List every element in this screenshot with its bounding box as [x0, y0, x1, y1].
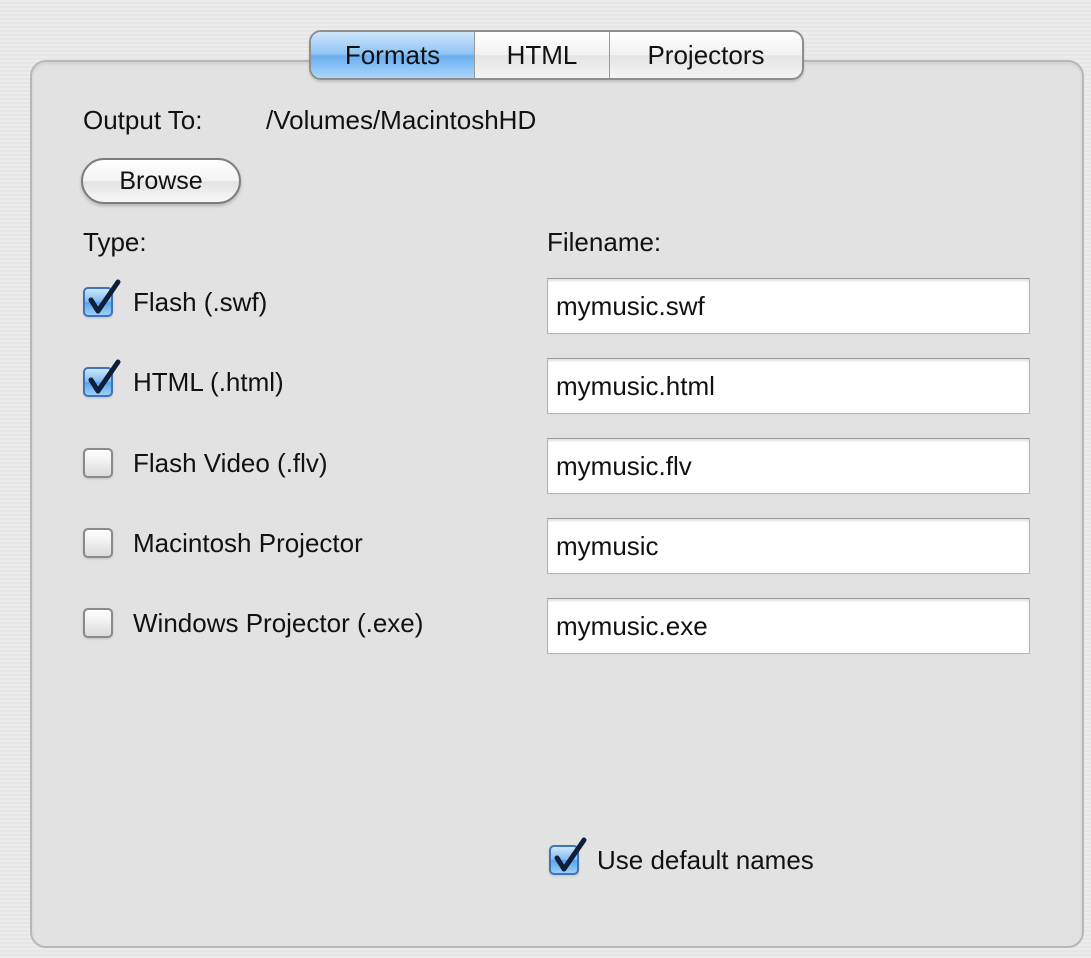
- flash-swf-checkbox[interactable]: [83, 279, 121, 317]
- win-projector-filename-field[interactable]: [547, 598, 1030, 654]
- mac-projector-filename-field[interactable]: [547, 518, 1030, 574]
- tab-bar: Formats HTML Projectors: [309, 30, 804, 80]
- flash-swf-label: Flash (.swf): [133, 286, 268, 317]
- format-row-html: HTML (.html): [83, 359, 284, 402]
- type-column-label: Type:: [83, 227, 147, 257]
- format-row-win-projector: Windows Projector (.exe): [83, 603, 423, 643]
- checkmark-icon: [88, 359, 121, 394]
- filename-column-label: Filename:: [547, 227, 662, 257]
- flash-swf-filename-field[interactable]: [547, 278, 1030, 334]
- checkmark-icon: [88, 279, 121, 314]
- tab-formats[interactable]: Formats: [311, 32, 474, 78]
- use-default-names-label: Use default names: [597, 844, 814, 875]
- flash-video-filename-field[interactable]: [547, 438, 1030, 494]
- checkmark-icon: [554, 837, 587, 872]
- browse-button[interactable]: Browse: [81, 158, 241, 204]
- mac-projector-checkbox[interactable]: [83, 528, 113, 558]
- tab-projectors[interactable]: Projectors: [609, 32, 802, 78]
- format-row-flv: Flash Video (.flv): [83, 443, 328, 483]
- win-projector-label: Windows Projector (.exe): [133, 607, 424, 638]
- flash-video-label: Flash Video (.flv): [133, 447, 328, 478]
- html-filename-field[interactable]: [547, 358, 1030, 414]
- use-default-names-row: Use default names: [549, 837, 814, 880]
- output-path: /Volumes/MacintoshHD: [266, 105, 537, 135]
- output-to-label: Output To:: [83, 105, 203, 135]
- flash-video-checkbox[interactable]: [83, 448, 113, 478]
- html-checkbox[interactable]: [83, 359, 121, 397]
- format-row-mac-projector: Macintosh Projector: [83, 523, 363, 563]
- tab-html[interactable]: HTML: [474, 32, 609, 78]
- html-label: HTML (.html): [133, 366, 284, 397]
- win-projector-checkbox[interactable]: [83, 608, 113, 638]
- format-row-swf: Flash (.swf): [83, 279, 268, 322]
- use-default-names-checkbox[interactable]: [549, 837, 587, 875]
- mac-projector-label: Macintosh Projector: [133, 527, 363, 558]
